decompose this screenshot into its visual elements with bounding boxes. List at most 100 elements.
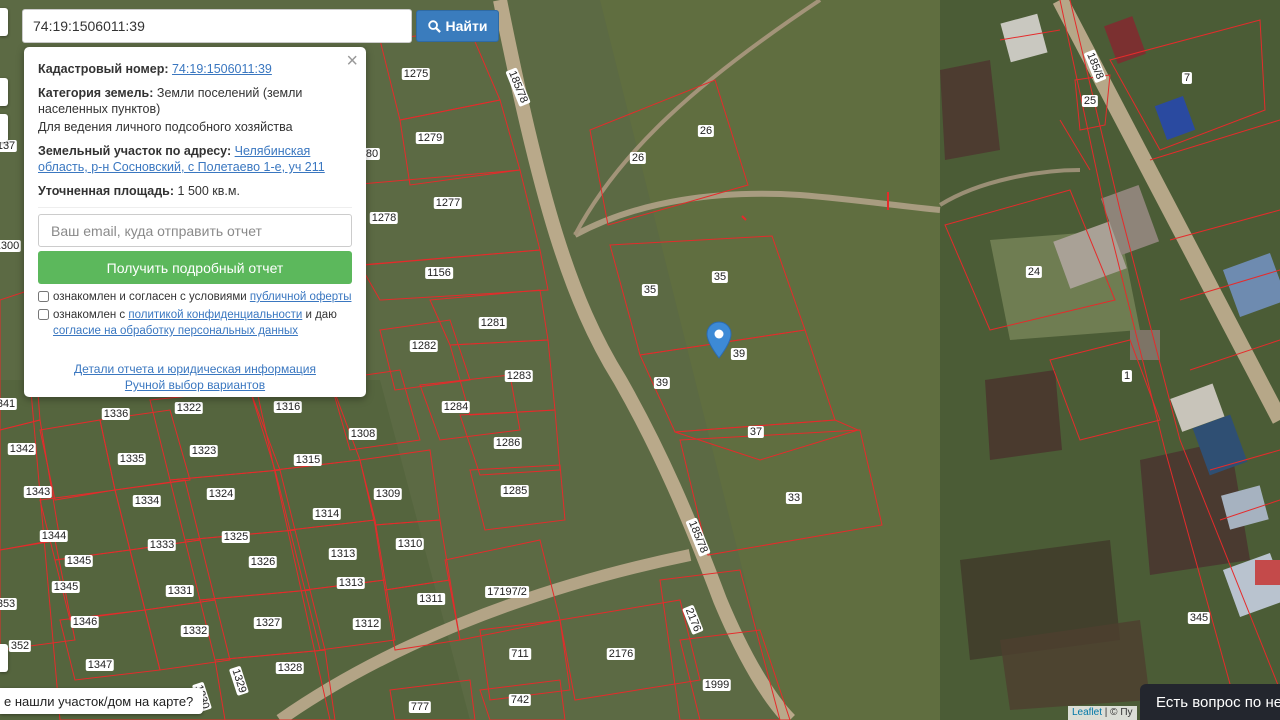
map-attribution: Leaflet | © Пу — [1068, 706, 1137, 720]
plot-label: 1277 — [433, 197, 463, 209]
search-input[interactable] — [23, 10, 411, 42]
plot-label: 24 — [1025, 266, 1043, 278]
plot-label: 1333 — [147, 539, 177, 551]
plot-label: 1279 — [415, 132, 445, 144]
plot-label: 1347 — [85, 659, 115, 671]
privacy-link[interactable]: политикой конфиденциальности — [128, 309, 302, 321]
plot-label: 26 — [697, 125, 715, 137]
expand-button[interactable] — [0, 644, 8, 672]
leaflet-link[interactable]: Leaflet — [1072, 707, 1102, 718]
plot-label: 1281 — [478, 317, 508, 329]
plot-label: 345 — [1187, 612, 1211, 624]
plot-label: 1308 — [348, 428, 378, 440]
area-row: Уточненная площадь: 1 500 кв.м. — [38, 183, 352, 199]
plot-label: 1336 — [101, 408, 131, 420]
plot-label: 1311 — [417, 593, 445, 605]
popup-footer-links: Детали отчета и юридическая информация Р… — [38, 361, 352, 393]
area-label: Уточненная площадь: — [38, 184, 175, 198]
plot-label: 1284 — [441, 401, 471, 413]
plot-label: 1342 — [7, 443, 37, 455]
divider — [38, 207, 352, 208]
plot-label: 1300 — [0, 240, 22, 252]
plot-label: 1346 — [70, 616, 100, 628]
plot-label: 1278 — [369, 212, 399, 224]
search-button[interactable]: Найти — [416, 10, 499, 42]
area-value: 1 500 кв.м. — [177, 184, 240, 198]
zoom-in-button[interactable] — [0, 8, 8, 36]
layers-button[interactable] — [0, 78, 8, 106]
address-row: Земельный участок по адресу: Челябинская… — [38, 143, 352, 175]
plot-label: 26 — [629, 152, 647, 164]
plot-label: 1345 — [64, 555, 94, 567]
plot-label: 777 — [408, 701, 432, 713]
plot-label: 39 — [730, 348, 748, 360]
category-row: Категория земель: Земли поселений (земли… — [38, 85, 352, 117]
offer-link[interactable]: публичной оферты — [250, 291, 352, 303]
plot-label: 7 — [1181, 72, 1193, 84]
details-link[interactable]: Детали отчета и юридическая информация — [74, 362, 316, 376]
plot-label: 352 — [8, 640, 32, 652]
plot-label: 1286 — [493, 437, 523, 449]
plot-label: 1335 — [117, 453, 147, 465]
plot-label: 1324 — [206, 488, 236, 500]
plot-label: 1156 — [425, 267, 453, 279]
plot-label: 17197/2 — [485, 586, 529, 598]
offer-text-label: ознакомлен и согласен с условиями — [53, 291, 250, 303]
chat-widget[interactable]: Есть вопрос по не — [1140, 684, 1280, 720]
not-found-button[interactable]: е нашли участок/дом на карте? — [0, 688, 204, 714]
plot-label: 1327 — [253, 617, 283, 629]
personal-data-link[interactable]: согласие на обработку персональных данны… — [53, 325, 298, 337]
plot-label: 1313 — [336, 577, 366, 589]
plot-label: 1325 — [221, 531, 251, 543]
plot-label: 1314 — [312, 508, 342, 520]
plot-info-popup: × Кадастровый номер: 74:19:1506011:39 Ка… — [24, 47, 366, 397]
plot-label: 353 — [0, 598, 18, 610]
category-label: Категория земель: — [38, 86, 154, 100]
plot-label: 1316 — [273, 401, 303, 413]
plot-label: 1344 — [39, 530, 69, 542]
plot-label: 1322 — [174, 402, 204, 414]
plot-label: 33 — [785, 492, 803, 504]
privacy-checkbox[interactable] — [38, 309, 49, 320]
plot-label: 39 — [653, 377, 671, 389]
plot-label: 1334 — [132, 495, 162, 507]
plot-label: 1328 — [275, 662, 305, 674]
plot-label: 711 — [509, 648, 531, 660]
privacy-text-label: ознакомлен с — [53, 309, 129, 321]
plot-label: 1313 — [328, 548, 358, 560]
plot-label: 1326 — [248, 556, 278, 568]
plot-label: 1275 — [401, 68, 431, 80]
plot-label: 1345 — [51, 581, 81, 593]
plot-label: 742 — [508, 694, 532, 706]
plot-label: 1283 — [504, 370, 534, 382]
plot-label: 1343 — [23, 486, 53, 498]
plot-label: 1282 — [409, 340, 439, 352]
plot-label: 1315 — [293, 454, 323, 466]
search-button-label: Найти — [445, 18, 488, 34]
close-icon[interactable]: × — [346, 51, 358, 71]
plot-label: 35 — [641, 284, 659, 296]
offer-text: ознакомлен и согласен с условиями публич… — [53, 289, 351, 305]
search-box — [22, 9, 412, 43]
offer-checkbox[interactable] — [38, 291, 49, 302]
get-report-button[interactable]: Получить подробный отчет — [38, 251, 352, 284]
privacy-text-mid: и даю — [302, 309, 337, 321]
plot-label: 1309 — [373, 488, 403, 500]
plot-label: 1331 — [165, 585, 195, 597]
plot-label: 1323 — [189, 445, 219, 457]
manual-select-link[interactable]: Ручной выбор вариантов — [125, 378, 265, 392]
location-marker-icon[interactable] — [706, 321, 732, 359]
plot-label: 1332 — [180, 625, 210, 637]
offer-consent: ознакомлен и согласен с условиями публич… — [38, 289, 352, 305]
search-icon — [427, 19, 441, 33]
privacy-consent: ознакомлен с политикой конфиденциальност… — [38, 307, 352, 339]
ruler-button[interactable] — [0, 114, 8, 142]
address-label: Земельный участок по адресу: — [38, 144, 232, 158]
attribution-text: | © Пу — [1102, 707, 1133, 718]
plot-label: 25 — [1081, 95, 1099, 107]
email-field[interactable] — [38, 214, 352, 247]
plot-label: 341 — [0, 398, 18, 410]
plot-label: 1312 — [352, 618, 382, 630]
usage-row: Для ведения личного подсобного хозяйства — [38, 120, 293, 134]
cadastral-link[interactable]: 74:19:1506011:39 — [172, 62, 272, 76]
